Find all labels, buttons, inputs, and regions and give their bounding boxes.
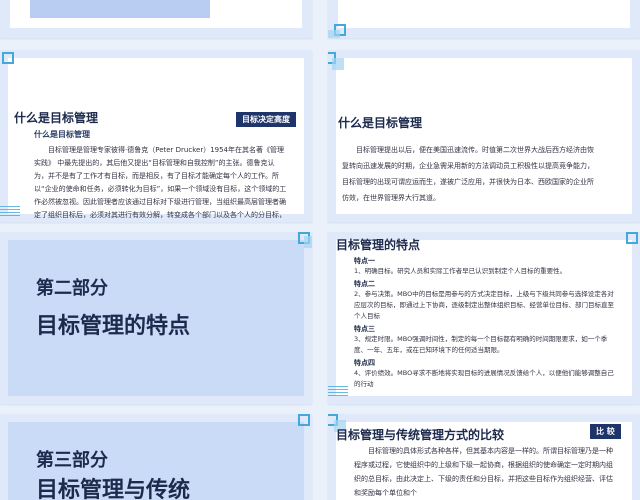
slide-section-2[interactable]: 第二部分 目标管理的特点 (0, 232, 312, 404)
slide-top-right[interactable] (328, 0, 640, 38)
corner-decoration-icon (2, 52, 14, 64)
slide-body (338, 0, 630, 28)
feature-text: 3、规定时限。MBO强调时间性，制定的每一个目标都有明确的时间期限要求，如一个季… (354, 335, 608, 354)
section-title: 目标管理与传统 (36, 478, 191, 500)
slide-top-left[interactable] (0, 0, 312, 38)
feature-text: 1、明确目标。研究人员和实际工作者早已认识到制定个人目标的重要性。 (354, 267, 567, 275)
slide-what-is-mbo-2[interactable]: 什么是目标管理 目标管理提出以后，便在美国迅速流传。时值第二次世界大战后西方经济… (328, 50, 640, 222)
slide-paragraph: 目标管理是管理专家彼得·德鲁克（Peter Drucker）1954年在其名著《… (34, 146, 287, 219)
slide-paragraph: 目标管理提出以后，便在美国迅速流传。时值第二次世界大战后西方经济由恢复转向迅速发… (342, 146, 594, 202)
corner-decoration-icon (328, 30, 340, 38)
slide-title: 目标管理与传统管理方式的比较 (336, 428, 505, 442)
feature-heading: 特点三 (354, 325, 375, 333)
slide-tag: 目标决定高度 (236, 112, 296, 127)
corner-decoration-icon (328, 386, 348, 396)
corner-decoration-icon (298, 414, 310, 426)
slide-title: 目标管理的特点 (336, 238, 421, 252)
slide-what-is-mbo-1[interactable]: 什么是目标管理 目标决定高度 什么是目标管理 目标管理是管理专家彼得·德鲁克（P… (0, 50, 312, 222)
section-title: 目标管理的特点 (36, 314, 191, 339)
corner-decoration-icon (0, 206, 20, 216)
feature-heading: 特点四 (354, 359, 375, 367)
slide-section-3[interactable]: 第三部分 目标管理与传统 (0, 414, 312, 500)
slide-title: 什么是目标管理 (14, 111, 99, 125)
section-number: 第二部分 (36, 278, 108, 299)
corner-decoration-icon (332, 58, 344, 70)
corner-decoration-icon (626, 232, 638, 244)
slide-tag: 比 较 (590, 424, 621, 439)
corner-decoration-icon (304, 236, 312, 248)
feature-heading: 特点一 (354, 257, 375, 265)
feature-text: 2、参与决策。MBO中的目标是用参与的方式决定目标，上级与下级共同参与选择设定各… (354, 290, 614, 320)
slide-paragraph: 目标管理的具体形式各种各样，但其基本内容是一样的。所谓目标管理乃是一种程序或过程… (354, 447, 613, 497)
feature-text: 4、评价绩效。MBO寻求不断地将实现目标的进展情况反馈给个人，以便他们能够调整自… (354, 369, 614, 388)
feature-list: 特点一 1、明确目标。研究人员和实际工作者早已认识到制定个人目标的重要性。 特点… (354, 254, 616, 390)
header-bar (30, 0, 210, 18)
slide-mbo-comparison[interactable]: 目标管理与传统管理方式的比较 比 较 目标管理的具体形式各种各样，但其基本内容是… (328, 414, 640, 500)
slide-mbo-features[interactable]: 目标管理的特点 特点一 1、明确目标。研究人员和实际工作者早已认识到制定个人目标… (328, 232, 640, 404)
section-number: 第三部分 (36, 450, 108, 471)
slide-subtitle: 什么是目标管理 (34, 130, 90, 139)
slide-title: 什么是目标管理 (338, 116, 423, 130)
feature-heading: 特点二 (354, 280, 375, 288)
